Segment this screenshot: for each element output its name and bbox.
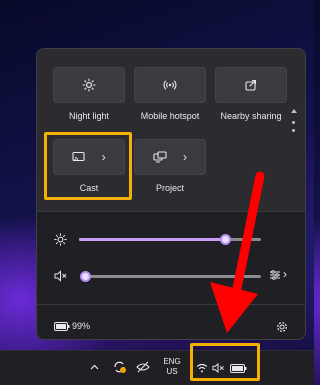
page-dot[interactable] — [292, 121, 295, 124]
night-light-label: Night light — [68, 111, 110, 121]
share-icon — [244, 78, 258, 92]
night-light-button[interactable] — [53, 67, 125, 103]
red-arrow-annotation — [210, 171, 265, 333]
mobile-hotspot-button[interactable] — [134, 67, 206, 103]
taskbar: ENG US — [0, 350, 314, 385]
region-code: US — [166, 367, 178, 376]
settings-gear-icon[interactable] — [276, 321, 288, 333]
cast-highlight-box — [44, 132, 132, 200]
chevron-up-icon[interactable] — [90, 364, 99, 370]
nearby-sharing-button[interactable] — [215, 67, 287, 103]
scroll-up-icon[interactable] — [291, 109, 297, 113]
project-icon — [153, 151, 167, 163]
battery-icon[interactable] — [54, 322, 70, 331]
volume-slider-thumb[interactable] — [80, 271, 91, 282]
audio-output-chevron-icon[interactable]: › — [283, 267, 287, 281]
battery-percentage: 99% — [72, 321, 91, 331]
project-chevron-icon[interactable]: › — [183, 150, 187, 164]
language-code: ENG — [163, 357, 181, 366]
mobile-hotspot-label: Mobile hotspot — [140, 111, 200, 121]
page-dot[interactable] — [292, 129, 295, 132]
volume-muted-icon[interactable] — [54, 270, 68, 282]
project-button[interactable]: › — [134, 139, 206, 175]
tray-highlight-box — [190, 343, 260, 381]
hotspot-icon — [163, 78, 177, 92]
language-indicator[interactable]: ENG US — [160, 357, 184, 377]
night-light-icon — [82, 78, 96, 92]
sync-icon[interactable] — [112, 360, 127, 374]
nearby-sharing-label: Nearby sharing — [220, 111, 282, 121]
eye-off-icon[interactable] — [136, 361, 150, 373]
brightness-icon — [54, 233, 67, 246]
